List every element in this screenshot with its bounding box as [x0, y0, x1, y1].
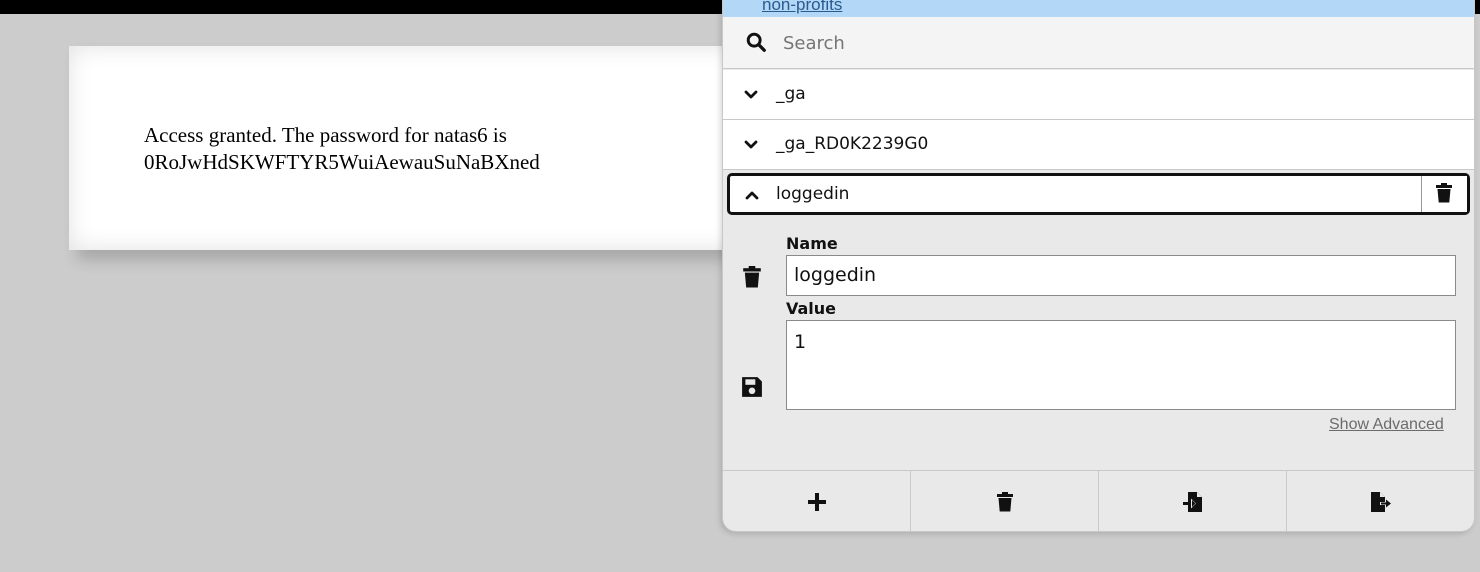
name-input[interactable]: loggedin	[786, 255, 1456, 296]
import-button[interactable]	[1099, 471, 1287, 531]
cookie-name: _ga	[776, 84, 806, 104]
cookie-name: loggedin	[776, 184, 850, 204]
cookie-row-loggedin[interactable]: loggedin	[727, 173, 1470, 215]
export-button[interactable]	[1287, 471, 1474, 531]
search-bar	[723, 17, 1474, 69]
trash-icon	[996, 491, 1013, 511]
delete-all-button[interactable]	[911, 471, 1099, 531]
non-profits-link[interactable]: non-profits	[762, 0, 842, 15]
search-input[interactable]	[783, 27, 1443, 59]
trash-icon	[1436, 183, 1452, 203]
import-icon	[1182, 491, 1202, 512]
popup-footer-toolbar	[723, 470, 1474, 531]
page-content-card: Access granted. The password for natas6 …	[69, 46, 769, 250]
add-cookie-button[interactable]	[723, 471, 911, 531]
name-label: Name	[786, 234, 838, 253]
cookie-name: _ga_RD0K2239G0	[776, 134, 929, 154]
delete-cookie-button[interactable]	[1421, 176, 1467, 212]
chevron-down-icon	[744, 140, 758, 149]
trash-icon[interactable]	[741, 266, 763, 288]
cookie-row-ga[interactable]: _ga	[723, 70, 1474, 120]
value-label: Value	[786, 299, 837, 318]
export-icon	[1370, 491, 1391, 512]
value-textarea[interactable]: 1	[786, 320, 1456, 410]
chevron-up-icon	[745, 191, 759, 200]
add-icon	[807, 492, 826, 511]
cookie-row-ga-rd0k[interactable]: _ga_RD0K2239G0	[723, 120, 1474, 170]
access-message: Access granted. The password for natas6 …	[144, 123, 540, 174]
show-advanced-link[interactable]: Show Advanced	[1329, 416, 1444, 434]
link-strip: non-profits	[723, 0, 1474, 17]
save-icon[interactable]	[741, 376, 763, 398]
chevron-down-icon	[744, 90, 758, 99]
search-icon	[746, 32, 766, 52]
cookie-editor-popup: non-profits _ga _ga_RD0K2239G0 loggedin	[722, 0, 1475, 532]
